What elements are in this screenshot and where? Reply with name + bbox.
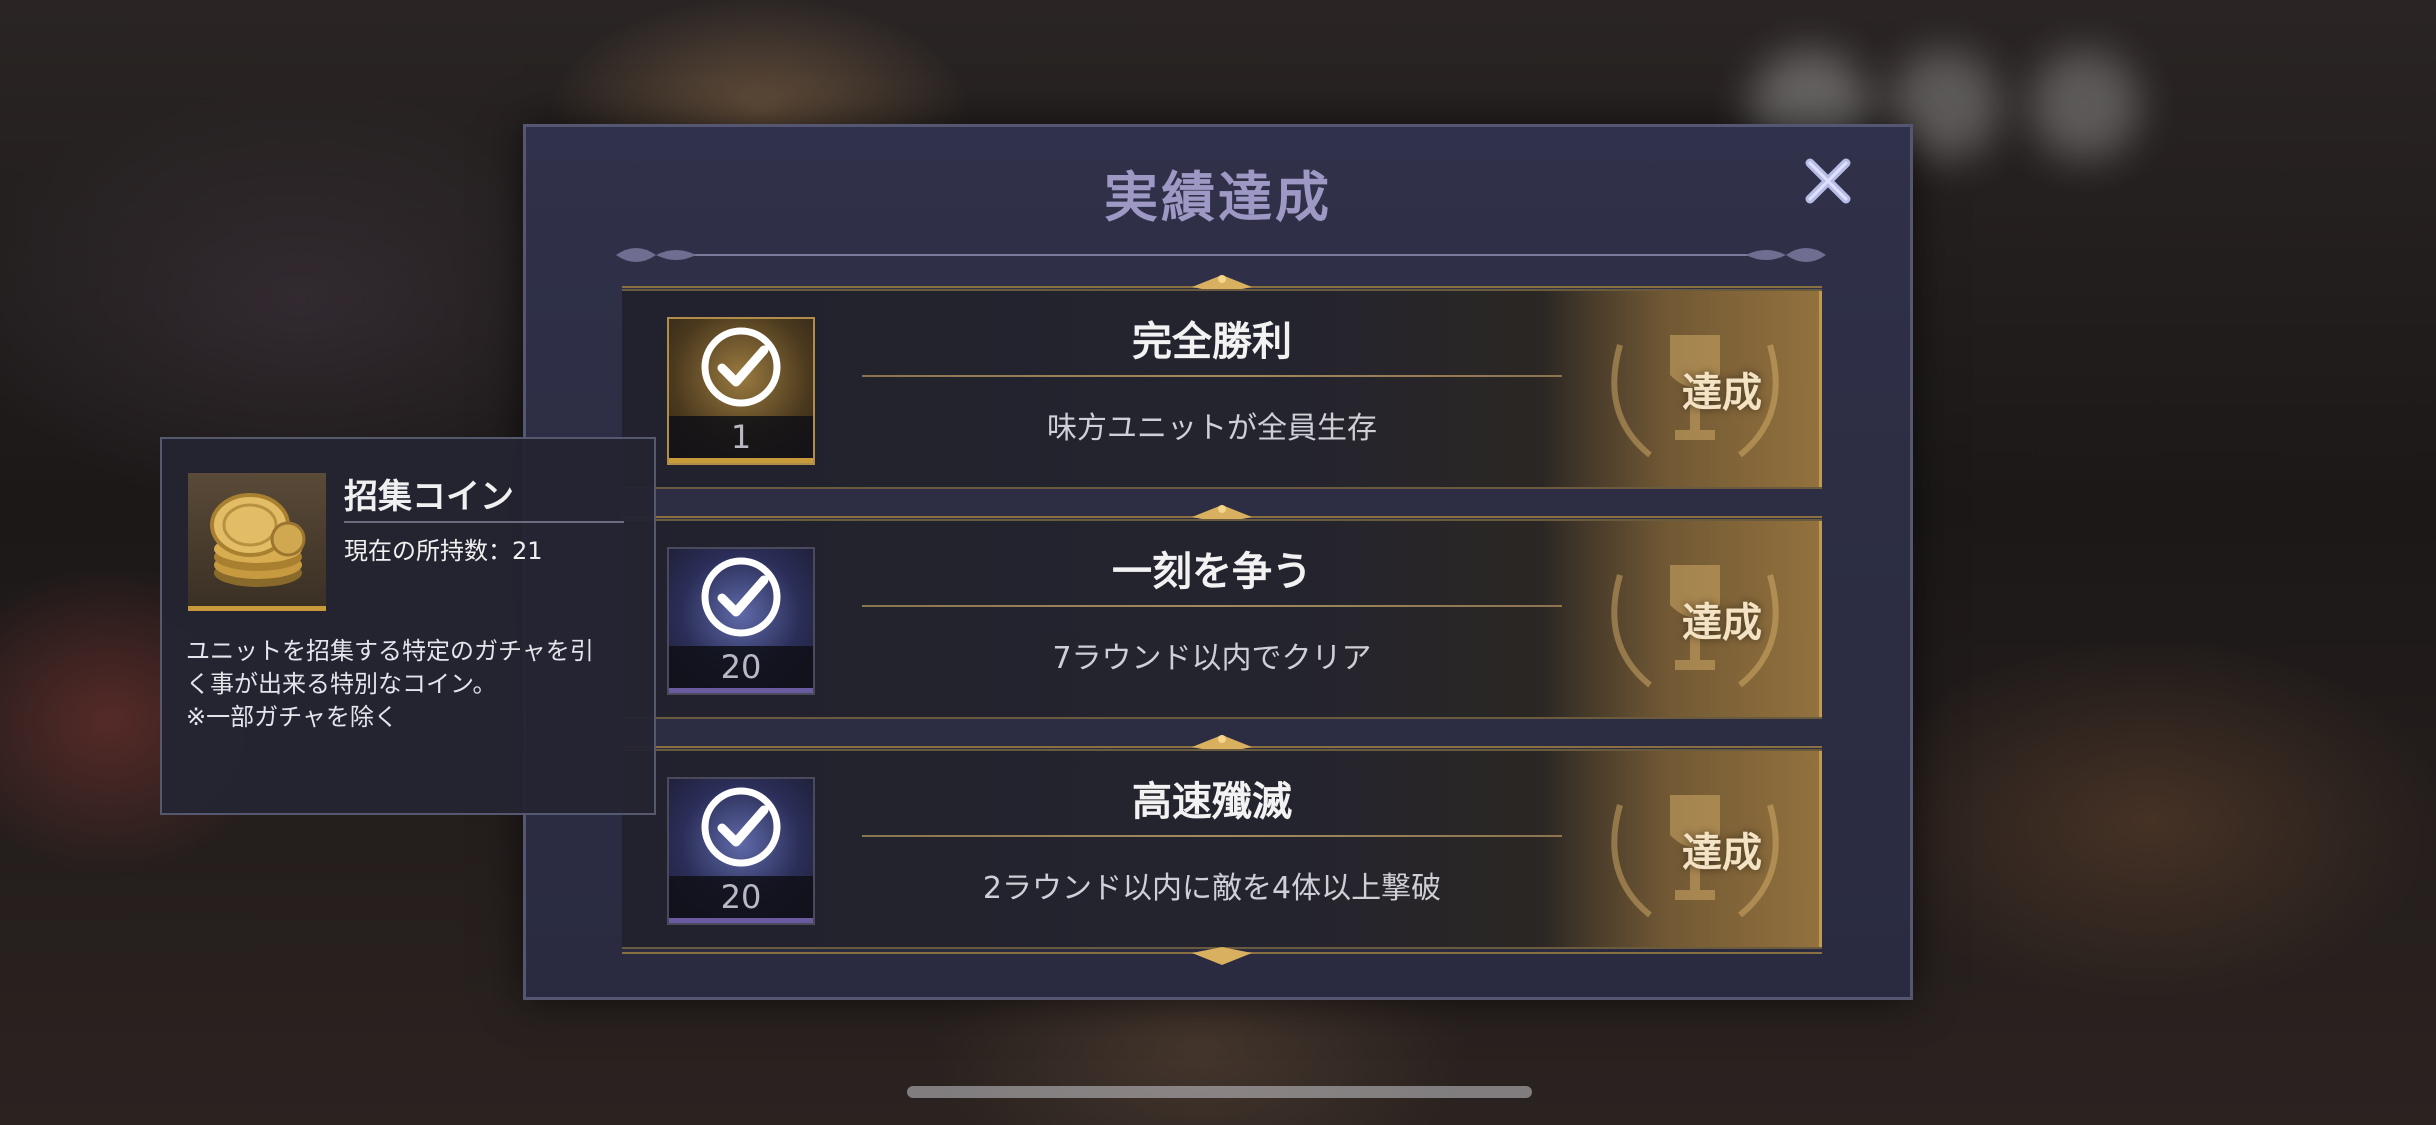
close-icon[interactable]: [1798, 151, 1858, 211]
dialog-title: 実績達成: [1104, 165, 1332, 229]
item-name: 招集コイン: [344, 477, 514, 517]
achievement-title: 一刻を争う: [1112, 548, 1312, 595]
reward-slot[interactable]: 1: [667, 317, 815, 465]
achieved-label: 達成: [1682, 829, 1762, 876]
gold-divider: [622, 947, 1822, 965]
achievement-title: 完全勝利: [1132, 318, 1292, 365]
checkmark-icon: [701, 557, 781, 637]
achievement-title: 高速殲滅: [1132, 778, 1292, 825]
reward-quantity: 1: [669, 416, 813, 463]
title-underline: [862, 835, 1562, 837]
reward-quantity: 20: [669, 646, 813, 693]
owned-count: 現在の所持数：21: [344, 537, 543, 565]
achievement-description: 味方ユニットが全員生存: [1047, 411, 1377, 446]
item-description: ユニットを招集する特定のガチャを引 く事が出来る特別なコイン。 ※一部ガチャを除…: [186, 635, 646, 734]
background-blur: [2030, 50, 2140, 160]
home-indicator[interactable]: [907, 1086, 1532, 1098]
achievement-dialog: 実績達成 1 完全勝利 味方ユニットが全員生存 達成 20 一刻を争う 7ラウン…: [523, 124, 1913, 1000]
achieved-panel: 達成: [1542, 291, 1822, 487]
achievement-row: 1 完全勝利 味方ユニットが全員生存 達成: [622, 289, 1822, 489]
achievement-description: 7ラウンド以内でクリア: [1052, 641, 1372, 676]
reward-quantity: 20: [669, 876, 813, 923]
description-line: ユニットを招集する特定のガチャを引: [186, 637, 594, 665]
reward-slot[interactable]: 20: [667, 777, 815, 925]
title-underline: [862, 605, 1562, 607]
achieved-panel: 達成: [1542, 521, 1822, 717]
achievement-description: 2ラウンド以内に敵を4体以上撃破: [982, 871, 1442, 906]
checkmark-icon: [701, 787, 781, 867]
checkmark-icon: [701, 327, 781, 407]
achievement-row: 20 一刻を争う 7ラウンド以内でクリア 達成: [622, 519, 1822, 719]
title-underline: [862, 375, 1562, 377]
gold-coins-icon: [188, 473, 326, 611]
achieved-label: 達成: [1682, 599, 1762, 646]
item-tooltip: 招集コイン 現在の所持数：21 ユニットを招集する特定のガチャを引 く事が出来る…: [160, 437, 656, 815]
reward-slot[interactable]: 20: [667, 547, 815, 695]
description-line: ※一部ガチャを除く: [186, 703, 398, 731]
achieved-panel: 達成: [1542, 751, 1822, 947]
description-line: く事が出来る特別なコイン。: [186, 670, 497, 698]
achieved-label: 達成: [1682, 369, 1762, 416]
item-name-underline: [344, 521, 624, 523]
achievement-row: 20 高速殲滅 2ラウンド以内に敵を4体以上撃破 達成: [622, 749, 1822, 949]
